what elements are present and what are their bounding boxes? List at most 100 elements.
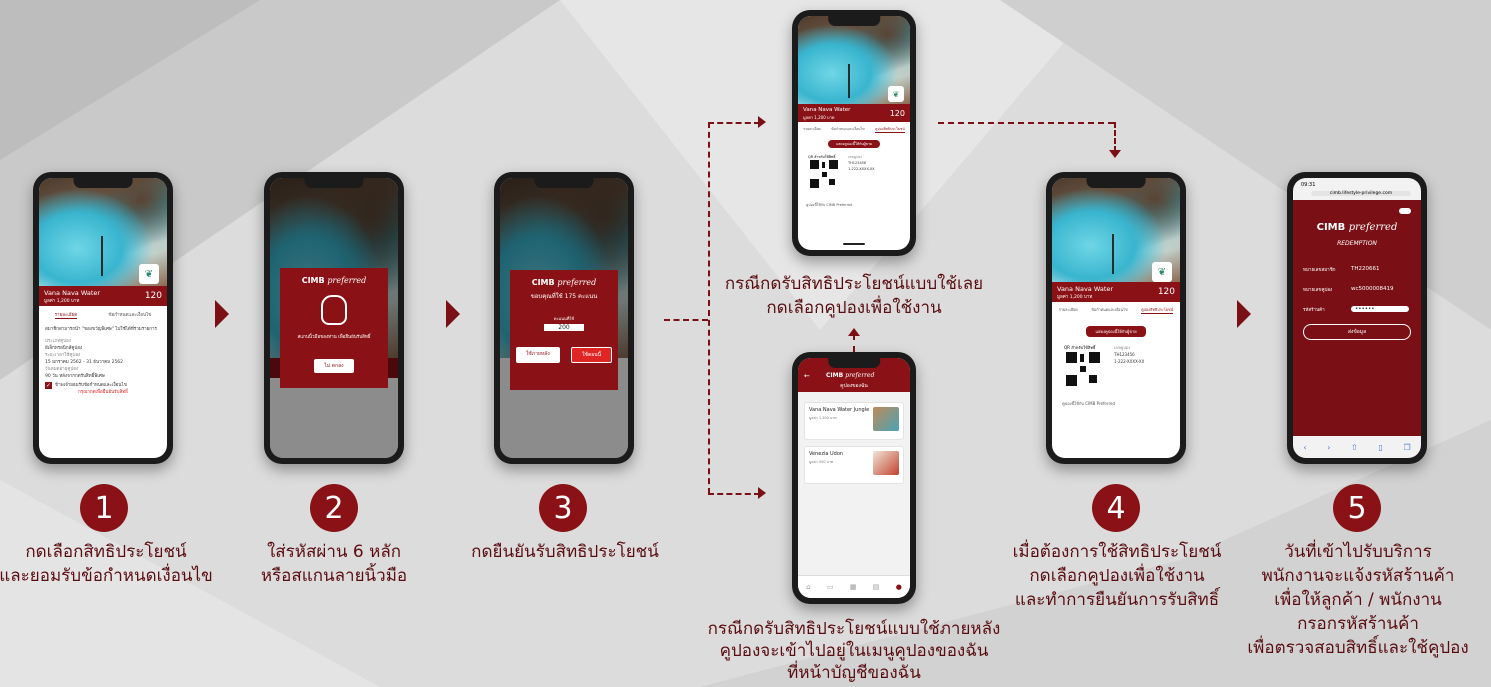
hotel-logo: ❦ [139,264,159,284]
phone-notch [828,358,880,368]
dashed-connector [708,122,710,494]
step-number-1: 1 [80,484,128,532]
hotel-title-bar: Vana Nava Water มูลค่า 1,200 บาท 120 [1052,282,1180,302]
dashed-connector [853,334,855,352]
redemption-title: REDEMPTION [1337,240,1377,247]
arrow-head-icon [758,116,766,128]
dashed-connector [708,493,760,495]
toggle-switch[interactable] [1399,208,1411,214]
redeem-link[interactable]: กรุณากดเพื่อยืนยันรับสิทธิ์ [45,389,161,396]
offer-desc: สมาชิกสามารถนำ "ของขวัญพิเศษ" ไปใช้ได้ที… [45,327,157,332]
arrow-head-icon [758,487,766,499]
arrow-right-icon [1237,300,1251,328]
qr-label: QR สำหรับใช้สิทธิ์ [1064,345,1096,350]
coupon-number: หมายเลขคูปอง wc5000008419 [1303,286,1394,293]
phone-step-3: CIMB preferred ขอบคุณที่ใช้ 175 คะแนน คะ… [494,172,634,464]
coupon-code-info: เลขคูปอง TH123456 1-222-XXXX-XX [848,155,875,171]
dashed-connector [708,122,760,124]
phone-step-1: ❦ Vana Nava Water มูลค่า 1,200 บาท 120 ร… [33,172,173,464]
cimb-logo: CIMB preferred [301,276,367,285]
phone-step-4: ❦ Vana Nava Water มูลค่า 1,200 บาท 120 ร… [1046,172,1186,464]
screen-my-coupons: CIMB preferred คูปองของฉัน ← Vana Nava W… [798,358,910,598]
browser-toolbar: ‹ › ⇧ ▯ ❐ [1293,436,1421,458]
member-number: หมายเลขสมาชิก TH220661 [1303,266,1380,273]
caption-step-2: ใส่รหัสผ่าน 6 หลัก หรือสแกนลายนิ้วมือ [260,542,408,586]
screen-confirm: CIMB preferred ขอบคุณที่ใช้ 175 คะแนน คะ… [500,178,628,458]
tab-terms[interactable]: ข้อกำหนดและเงื่อนไข [108,311,151,319]
step-number-2: 2 [310,484,358,532]
status-time: 09:31 [1301,182,1316,188]
nav-calendar-icon[interactable]: ▦ [850,583,857,591]
step-number-3: 3 [539,484,587,532]
coupon-card[interactable]: Venezia Udon มูลค่า 500 บาท [804,446,904,484]
coupon-type-label: ประเภทคูปอง [45,339,71,344]
accept-label: ข้าพเจ้ายอมรับข้อกำหนดและเงื่อนไข [55,383,127,388]
confirm-modal: CIMB preferred ขอบคุณที่ใช้ 175 คะแนน คะ… [510,270,618,390]
url-bar[interactable]: cimb.lifestyle-privilege.com [1311,191,1411,196]
cimb-logo: CIMB preferred [1316,222,1398,233]
hotel-logo: ❦ [888,86,904,102]
shop-code-input[interactable]: •••••• [1351,306,1409,312]
forward-icon[interactable]: › [1327,443,1330,452]
step-number-5: 5 [1333,484,1381,532]
coupon-card[interactable]: Vana Nava Water Jungle มูลค่า 1,200 บาท [804,402,904,440]
coupon-thumbnail [873,451,899,475]
tab-bar: รายละเอียด ข้อกำหนดและเงื่อนไข คูปองสิทธ… [1058,307,1174,314]
caption-step-5: วันที่เข้าไปรับบริการ พนักงานจะแจ้งรหัสร้… [1247,542,1469,658]
shop-code: รหัสร้านค้า •••••• [1303,306,1413,313]
phone-notch [304,178,364,188]
coupon-code-info: เลขคูปอง TH123456 1-222-XXXX-XX [1114,345,1145,364]
show-coupon-button[interactable]: แสดงคูปองนี้ให้กับผู้ขาย [1086,326,1146,337]
share-icon[interactable]: ⇧ [1351,443,1358,452]
arrow-right-icon [446,300,460,328]
fingerprint-icon[interactable] [321,295,347,325]
palm-image [101,236,103,276]
bookmarks-icon[interactable]: ▯ [1378,443,1382,452]
hotel-title-bar: Vana Nava Water มูลค่า 1,200 บาท 120 [39,286,167,306]
phone-use-now: ❦ Vana Nava Water มูลค่า 1,200 บาท 120 ร… [792,10,916,256]
period-value: 15 มกราคม 2562 - 31 ธันวาคม 2562 [45,360,124,365]
screen-fingerprint: CIMB preferred สแกนนิ้วมือของท่าน เพื่อย… [270,178,398,458]
nav-home-icon[interactable]: ⌂ [806,583,810,591]
nav-account-icon[interactable]: ● [896,583,902,591]
back-icon[interactable]: ‹ [1303,443,1306,452]
screen-coupon-qr: ❦ Vana Nava Water มูลค่า 1,200 บาท 120 ร… [798,16,910,250]
phone-use-later: CIMB preferred คูปองของฉัน ← Vana Nava W… [792,352,916,604]
home-indicator [842,243,866,245]
hotel-price: มูลค่า 1,200 บาท [44,299,80,304]
accept-checkbox[interactable]: ✓ [45,382,52,389]
dashed-connector [1114,122,1116,152]
cancel-button[interactable]: ไม่ ตกลง [314,359,354,373]
tab-bar: รายละเอียด ข้อกำหนดและเงื่อนไข [39,311,167,319]
confirm-title: ขอบคุณที่ใช้ 175 คะแนน [530,293,598,300]
phone-notch [828,16,880,26]
hotel-name: Vana Nava Water [44,289,101,297]
expire-label: วันหมดอายุคูปอง [45,367,79,372]
tab-detail[interactable]: รายละเอียด [54,311,78,319]
arrow-head-icon [848,328,860,336]
show-coupon-button[interactable]: แสดงคูปองนี้ให้กับผู้ขาย [828,140,880,148]
screen-coupon-confirm: ❦ Vana Nava Water มูลค่า 1,200 บาท 120 ร… [1052,178,1180,458]
tab-bar: รายละเอียด ข้อกำหนดและเงื่อนไข คูปองสิทธ… [803,127,905,133]
expire-value: 90 วัน หลังจากกดรับสิทธิ์พิเศษ [45,374,105,379]
use-now-button[interactable]: ใช้ตอนนี้ [571,347,613,363]
qr-code [810,160,838,188]
use-later-button[interactable]: ใช้ภายหลัง [515,347,560,363]
nav-grid-icon[interactable]: ▤ [873,583,880,591]
cimb-logo: CIMB preferred [826,372,875,379]
offer-details: สมาชิกสามารถนำ "ของขวัญพิเศษ" ไปใช้ได้ที… [45,326,161,396]
caption-step-3: กดยืนยันรับสิทธิประโยชน์ [471,542,659,562]
caption-use-now: กรณีกดรับสิทธิประโยชน์แบบใช้เลย กดเลือกคู… [724,274,984,318]
coupon-page-title: คูปองของฉัน [840,383,868,389]
hotel-points: 120 [144,291,162,301]
coupon-type-value: อีเล็กทรอนิกส์คูปอง [45,346,83,351]
tabs-icon[interactable]: ❐ [1403,443,1410,452]
nav-card-icon[interactable]: ▭ [827,583,834,591]
qty-field[interactable]: 200 [544,324,584,331]
phone-step-5: 09:31 cimb.lifestyle-privilege.com CIMB … [1287,172,1427,464]
palm-image [848,64,850,98]
bottom-nav: ⌂ ▭ ▦ ▤ ● [798,575,910,598]
fingerprint-modal: CIMB preferred สแกนนิ้วมือของท่าน เพื่อย… [280,268,388,388]
back-icon[interactable]: ← [804,372,810,380]
submit-button[interactable]: ส่งข้อมูล [1303,324,1411,340]
